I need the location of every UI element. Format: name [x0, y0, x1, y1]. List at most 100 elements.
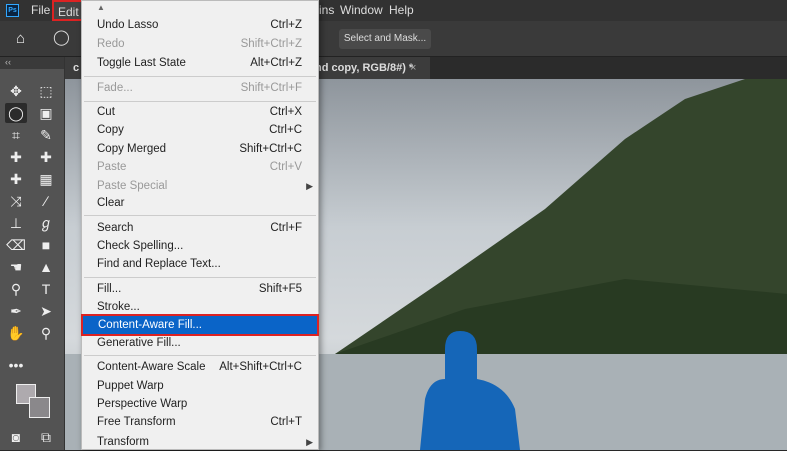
photoshop-logo: Ps	[6, 4, 19, 17]
shortcut: Ctrl+T	[270, 413, 302, 431]
menu-item-content-aware-fill[interactable]: Content-Aware Fill...	[83, 316, 317, 334]
marquee-tool-icon[interactable]: ⬚	[35, 81, 57, 101]
type-tool-icon[interactable]: T	[35, 279, 57, 299]
menu-item-label: Search	[97, 222, 133, 234]
select-and-mask-button[interactable]: Select and Mask...	[339, 29, 431, 49]
menu-edit[interactable]: Edit	[52, 0, 85, 21]
menu-item-puppet-warp[interactable]: Puppet Warp	[82, 377, 318, 395]
collapse-toolbar-button[interactable]: ‹‹	[0, 57, 64, 69]
menu-item-label: Content-Aware Scale	[97, 361, 205, 373]
menu-item-copy-merged[interactable]: Copy Merged Shift+Ctrl+C	[82, 140, 318, 158]
eyedropper-tool-icon[interactable]: ✎	[35, 125, 57, 145]
menu-item-fill[interactable]: Fill...Shift+F5	[82, 280, 318, 298]
submenu-arrow-icon: ▶	[306, 177, 313, 195]
menu-window[interactable]: Window	[340, 3, 383, 17]
menu-item-label: Copy	[97, 124, 124, 136]
menu-item-perspective-warp[interactable]: Perspective Warp	[82, 395, 318, 413]
menu-item-undo-lasso[interactable]: Undo Lasso Ctrl+Z	[82, 16, 318, 34]
shortcut: Alt+Ctrl+Z	[250, 54, 302, 72]
scroll-up-arrow[interactable]: ▲	[97, 3, 105, 12]
menu-item-content-aware-scale[interactable]: Content-Aware Scale Alt+Shift+Ctrl+C	[82, 358, 318, 376]
menu-item-redo[interactable]: Redo Shift+Ctrl+Z	[82, 35, 318, 53]
menu-item-paste[interactable]: PasteCtrl+V	[82, 158, 318, 176]
menu-item-free-transform[interactable]: Free Transform Ctrl+T	[82, 413, 318, 431]
menu-item-label: Cut	[97, 106, 115, 118]
menu-separator	[84, 101, 316, 102]
healing-brush-icon[interactable]: ✚	[5, 169, 27, 189]
brush-tool-icon[interactable]: ∕	[35, 191, 57, 211]
shortcut: Ctrl+F	[270, 219, 302, 237]
screen-mode-icon[interactable]: ⧉	[35, 427, 57, 447]
menu-item-label: Fade...	[97, 82, 133, 94]
menu-item-label: Stroke...	[97, 301, 140, 313]
more-tools-icon[interactable]: •••	[5, 355, 27, 375]
menu-item-label: Content-Aware Fill...	[98, 319, 202, 331]
quick-mask-icon[interactable]: ◙	[5, 427, 27, 447]
menu-item-label: Copy Merged	[97, 143, 166, 155]
close-tab-button[interactable]: ×	[410, 57, 416, 79]
lasso-icon[interactable]: ◯	[53, 28, 70, 46]
remove-tool-icon[interactable]: ✚	[35, 147, 57, 167]
menu-item-search[interactable]: Search Ctrl+F	[82, 219, 318, 237]
menu-item-label: Toggle Last State	[97, 57, 186, 69]
menu-separator	[84, 277, 316, 278]
eraser-tool-icon[interactable]: ⌫	[5, 235, 27, 255]
shortcut: Ctrl+Z	[270, 16, 302, 34]
shortcut: Shift+Ctrl+F	[241, 79, 302, 97]
zoom-tool-icon[interactable]: ⚲	[35, 323, 57, 343]
menu-item-label: Find and Replace Text...	[97, 258, 221, 270]
menu-separator	[84, 76, 316, 77]
path-select-icon[interactable]: ➤	[35, 301, 57, 321]
move-tool-icon[interactable]: ✥	[5, 81, 27, 101]
content-aware-move-icon[interactable]: ⤨	[5, 191, 27, 211]
shortcut: Alt+Shift+Ctrl+C	[219, 358, 302, 376]
home-icon[interactable]: ⌂	[16, 30, 25, 47]
shortcut: Ctrl+C	[269, 121, 302, 139]
chip-icon[interactable]: ▦	[35, 169, 57, 189]
crop-tool-icon[interactable]: ⌗	[5, 125, 27, 145]
menu-item-find-and-replace-text[interactable]: Find and Replace Text...	[82, 255, 318, 273]
pen-tool-icon[interactable]: ✒	[5, 301, 27, 321]
lasso-tool-icon[interactable]: ◯	[5, 103, 27, 123]
background-color-swatch[interactable]	[29, 397, 50, 418]
menu-item-label: Free Transform	[97, 416, 176, 428]
menu-plugins[interactable]: ins	[319, 3, 334, 17]
menu-item-copy[interactable]: Copy Ctrl+C	[82, 121, 318, 139]
menu-item-paste-special[interactable]: Paste Special▶	[82, 177, 318, 195]
history-brush-icon[interactable]: ℊ	[35, 213, 57, 233]
menu-item-stroke[interactable]: Stroke...	[82, 298, 318, 316]
tab-title: nd copy, RGB/8#) *	[315, 57, 413, 79]
hand-tool-icon[interactable]: ✋	[5, 323, 27, 343]
menu-item-clear[interactable]: Clear	[82, 194, 318, 212]
object-select-tool-icon[interactable]: ▣	[35, 103, 57, 123]
shortcut: Ctrl+X	[270, 103, 302, 121]
menu-item-check-spelling[interactable]: Check Spelling...	[82, 237, 318, 255]
menu-file[interactable]: File	[31, 3, 50, 17]
menu-item-label: Perspective Warp	[97, 398, 187, 410]
spot-healing-icon[interactable]: ✚	[5, 147, 27, 167]
clone-stamp-icon[interactable]: ⊥	[5, 213, 27, 233]
sharpen-tool-icon[interactable]: ▲	[35, 257, 57, 277]
menu-item-label: Check Spelling...	[97, 240, 183, 252]
menu-item-label: Clear	[97, 197, 124, 209]
smudge-tool-icon[interactable]: ☚	[5, 257, 27, 277]
dodge-tool-icon[interactable]: ⚲	[5, 279, 27, 299]
menu-item-label: Redo	[97, 38, 125, 50]
menu-item-label: Undo Lasso	[97, 19, 158, 31]
menu-item-generative-fill[interactable]: Generative Fill...	[82, 334, 318, 352]
submenu-arrow-icon: ▶	[306, 433, 313, 451]
menu-separator	[84, 215, 316, 216]
menu-item-label: Puppet Warp	[97, 380, 164, 392]
menu-item-transform[interactable]: Transform ▶	[82, 433, 318, 451]
shortcut: Shift+Ctrl+Z	[241, 35, 302, 53]
menu-help[interactable]: Help	[389, 3, 414, 17]
shortcut: Shift+F5	[259, 280, 302, 298]
tab-title-start: c	[73, 62, 79, 74]
shortcut: Shift+Ctrl+C	[239, 140, 302, 158]
menu-item-toggle-last-state[interactable]: Toggle Last State Alt+Ctrl+Z	[82, 54, 318, 72]
menu-item-label: Transform	[97, 436, 149, 448]
menu-item-label: Generative Fill...	[97, 337, 181, 349]
menu-item-cut[interactable]: Cut Ctrl+X	[82, 103, 318, 121]
gradient-tool-icon[interactable]: ■	[35, 235, 57, 255]
menu-item-fade[interactable]: Fade... Shift+Ctrl+F	[82, 79, 318, 97]
